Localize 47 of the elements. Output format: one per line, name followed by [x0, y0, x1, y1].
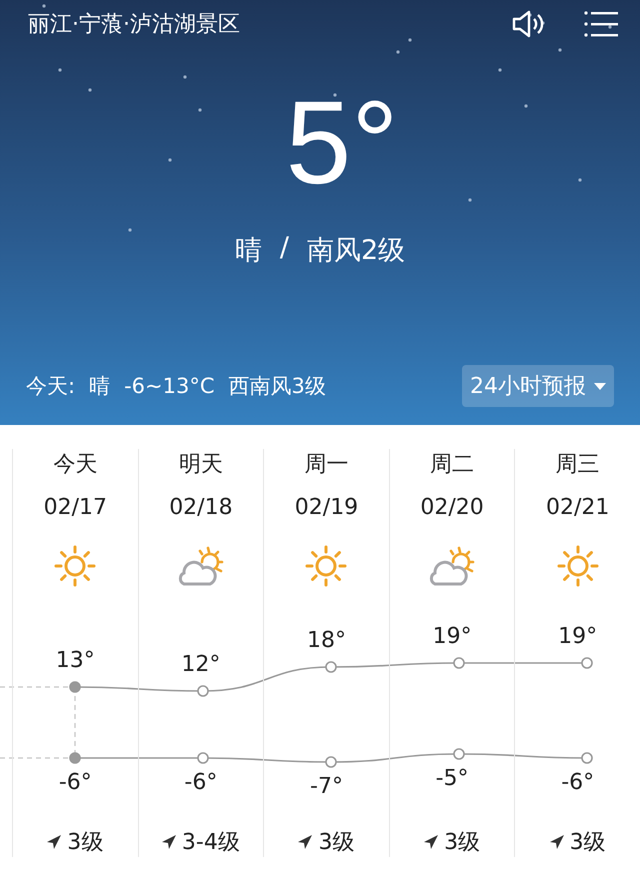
navigation-arrow-icon — [47, 835, 62, 849]
current-temperature: 5° — [284, 84, 400, 202]
low-temperature: -7° — [310, 774, 343, 799]
low-temperature: -6° — [184, 770, 218, 795]
day-label: 周三 — [556, 451, 600, 479]
today-wind: 西南风3级 — [228, 373, 326, 400]
wind-level: 3级 — [570, 829, 606, 857]
date-label: 02/19 — [294, 495, 358, 520]
separator-slash: / — [280, 232, 289, 265]
today-label: 今天: — [26, 373, 76, 400]
day-label: 今天 — [53, 451, 98, 479]
today-condition: 晴 — [89, 373, 110, 400]
sun-icon — [53, 544, 98, 588]
date-label: 02/17 — [44, 495, 107, 520]
speaker-icon[interactable] — [512, 9, 546, 39]
date-label: 02/21 — [546, 495, 610, 520]
caret-icon — [594, 382, 606, 390]
navigation-arrow-icon — [550, 835, 564, 849]
high-temperature: 18° — [306, 628, 346, 653]
wind-level: 南风2级 — [306, 234, 406, 268]
sun-icon — [304, 544, 348, 588]
high-temperature: 19° — [432, 624, 472, 649]
wind-level: 3-4级 — [182, 829, 240, 857]
forecast-dropdown[interactable]: 24小时预报 — [462, 365, 614, 407]
navigation-arrow-icon — [162, 835, 176, 849]
weather-condition: 晴 — [234, 234, 262, 268]
low-temperature: -5° — [436, 766, 469, 791]
temperature-range: -6~13°C — [124, 374, 214, 398]
menu-icon[interactable] — [584, 10, 618, 38]
high-temperature: 19° — [558, 624, 598, 649]
day-label: 周二 — [430, 451, 474, 479]
navigation-arrow-icon — [298, 835, 312, 849]
wind-level: 3级 — [67, 829, 104, 857]
date-label: 02/18 — [169, 495, 233, 520]
navigation-arrow-icon — [424, 835, 438, 849]
date-label: 02/20 — [420, 495, 484, 520]
high-temperature: 13° — [56, 648, 95, 673]
day-label: 周一 — [304, 451, 348, 479]
sun-behind-cloud-icon — [427, 544, 478, 588]
low-temperature: -6° — [561, 770, 594, 795]
location-title: 丽江·宁蒗·泸沽湖景区 — [28, 11, 241, 39]
day-label: 明天 — [178, 451, 223, 479]
sun-icon — [556, 544, 600, 588]
low-temperature: -6° — [58, 770, 92, 795]
high-temperature: 12° — [181, 652, 220, 677]
wind-level: 3级 — [444, 829, 480, 857]
wind-level: 3级 — [318, 829, 354, 857]
